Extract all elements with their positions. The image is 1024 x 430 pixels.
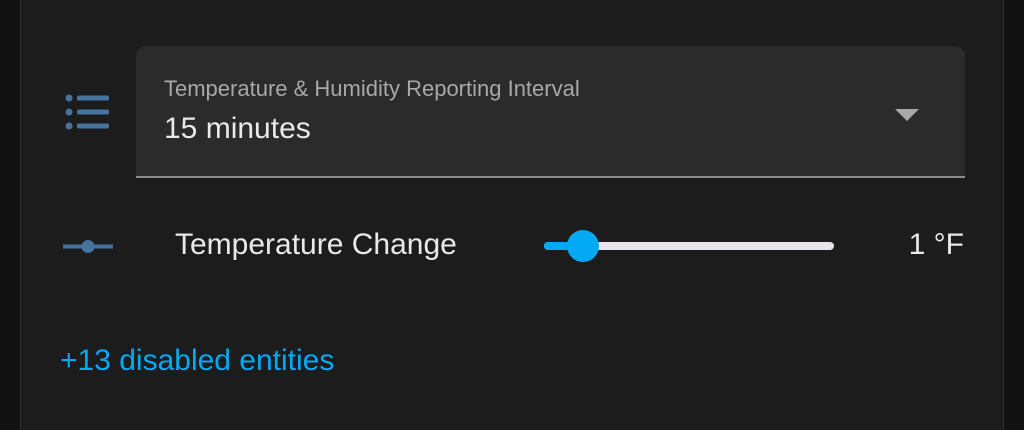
disabled-entities-link[interactable]: +13 disabled entities: [60, 344, 334, 378]
select-label: Temperature & Humidity Reporting Interva…: [164, 76, 580, 101]
menu-down-icon[interactable]: [895, 109, 919, 121]
slider-value: 1 °F: [908, 228, 964, 261]
ray-vertex-icon: [63, 236, 113, 256]
temperature-change-slider[interactable]: [544, 230, 834, 262]
format-list-bulleted-icon: [63, 92, 111, 134]
slider-thumb[interactable]: [567, 230, 599, 262]
select-value: 15 minutes: [164, 112, 311, 145]
reporting-interval-select[interactable]: Temperature & Humidity Reporting Interva…: [136, 46, 965, 178]
slider-entity-name[interactable]: Temperature Change: [175, 228, 495, 262]
